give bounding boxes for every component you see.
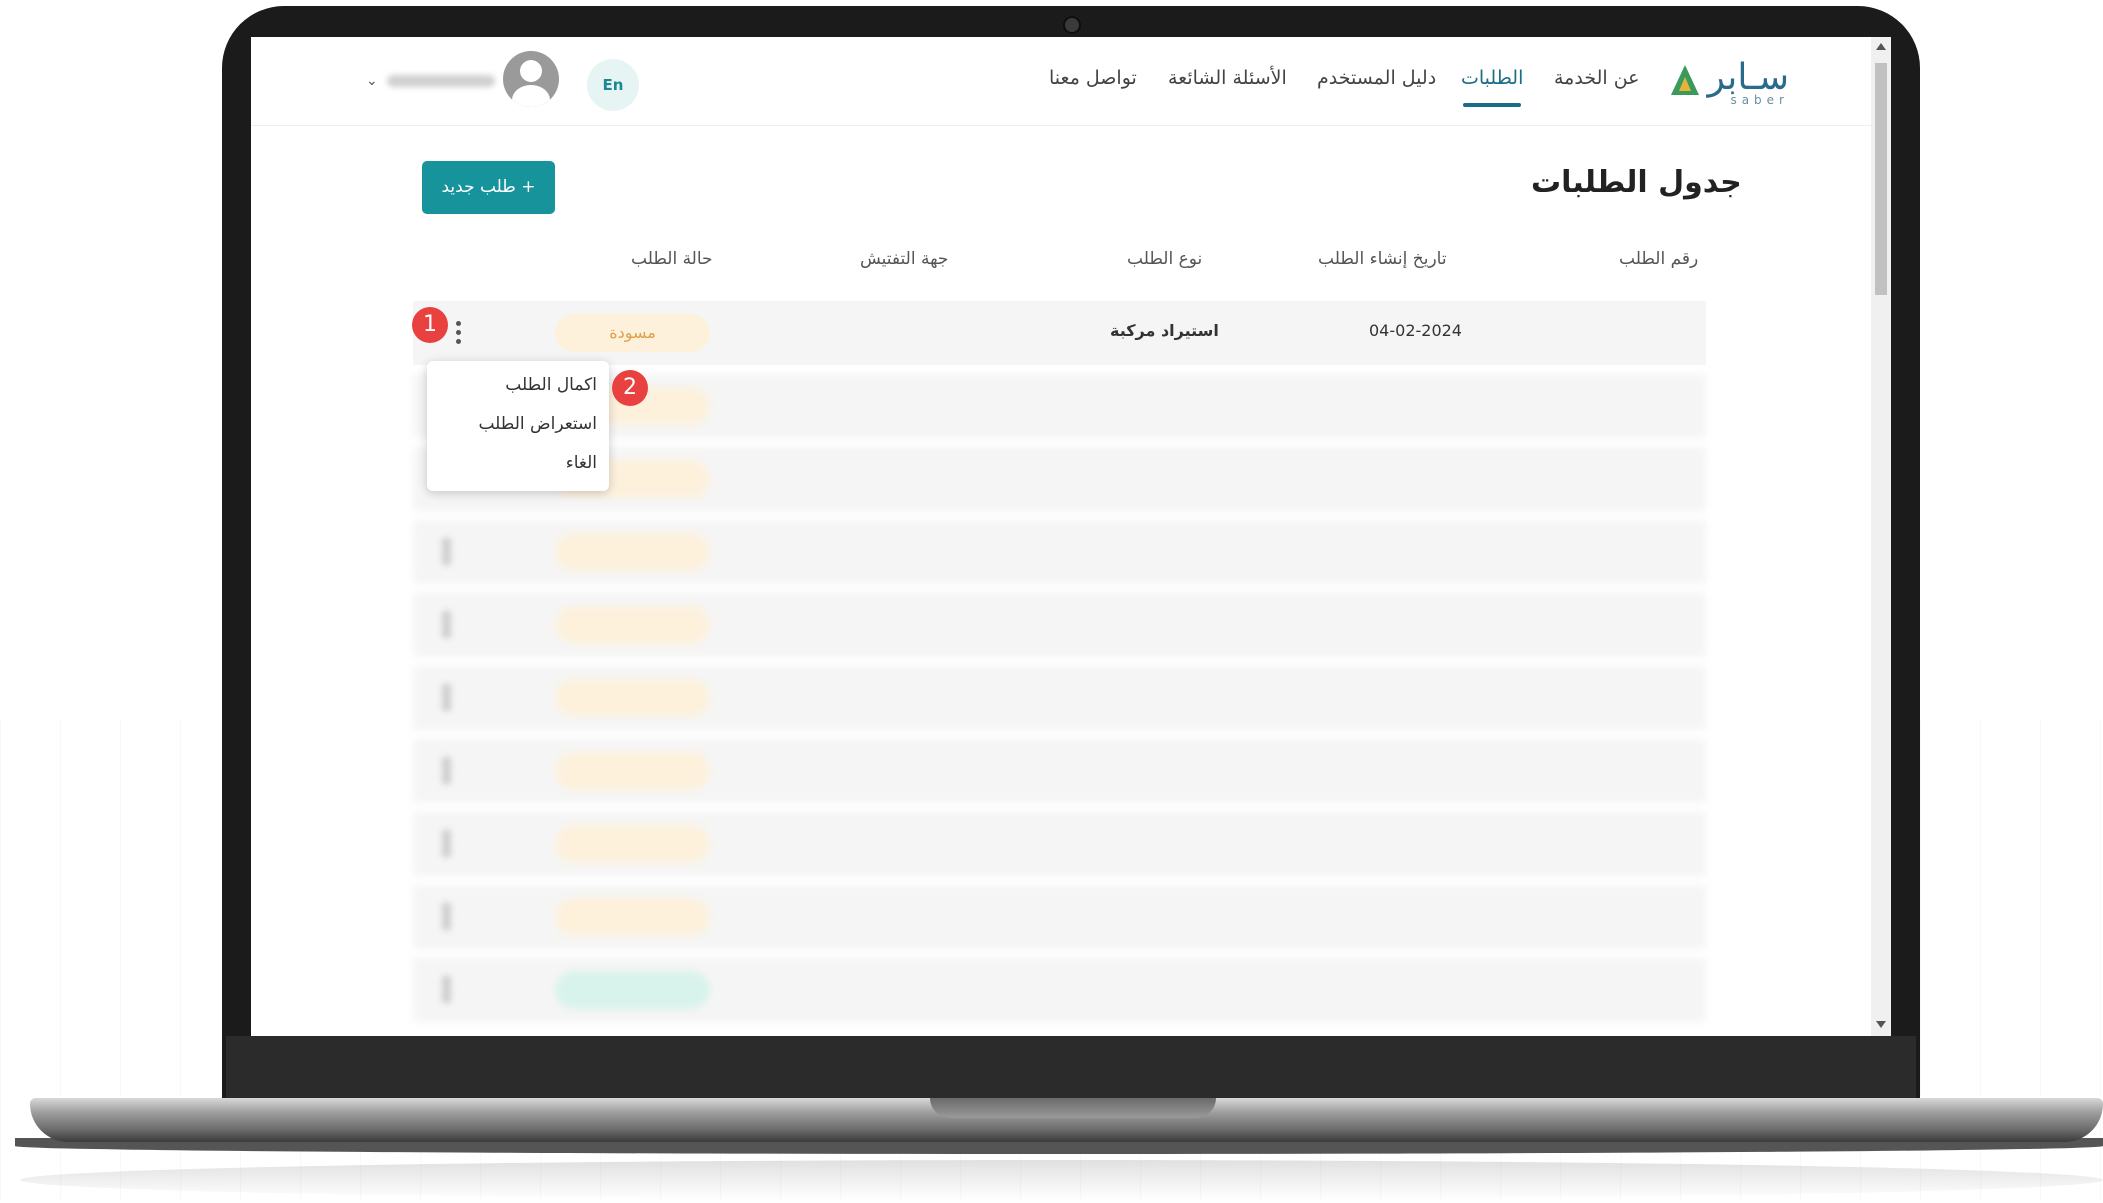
header-inspection-body: جهة التفتيش bbox=[860, 249, 949, 269]
app-screen: سـابر saber عن الخدمة الطلبات دليل المست… bbox=[251, 37, 1891, 1036]
row-type: استيراد مركبة bbox=[1110, 321, 1219, 340]
table-row[interactable] bbox=[413, 958, 1706, 1022]
logo-accent-icon bbox=[1679, 77, 1691, 91]
row-actions-icon[interactable] bbox=[453, 319, 463, 347]
logo-text: سـابر bbox=[1707, 57, 1789, 98]
avatar-head-icon bbox=[520, 60, 542, 82]
row-actions-icon[interactable] bbox=[441, 830, 451, 858]
table-row[interactable] bbox=[413, 520, 1706, 584]
menu-view-request[interactable]: استعراض الطلب bbox=[478, 414, 597, 434]
table-row[interactable] bbox=[413, 666, 1706, 730]
status-badge bbox=[555, 679, 710, 717]
row-date: 04-02-2024 bbox=[1369, 321, 1462, 340]
header-request-status: حالة الطلب bbox=[631, 249, 713, 269]
avatar[interactable] bbox=[503, 51, 559, 107]
nav-about-service[interactable]: عن الخدمة bbox=[1554, 67, 1640, 89]
status-badge bbox=[555, 898, 710, 936]
top-navbar: سـابر saber عن الخدمة الطلبات دليل المست… bbox=[251, 37, 1871, 126]
status-badge bbox=[555, 606, 710, 644]
row-actions-icon[interactable] bbox=[441, 611, 451, 639]
table-row[interactable]: 04-02-2024 استيراد مركبة مسودة bbox=[413, 301, 1706, 365]
nav-faq[interactable]: الأسئلة الشائعة bbox=[1168, 67, 1287, 89]
language-toggle-button[interactable]: En bbox=[587, 59, 639, 111]
laptop-chin bbox=[226, 1036, 1916, 1100]
status-badge bbox=[555, 752, 710, 790]
laptop-notch bbox=[930, 1098, 1216, 1118]
scroll-thumb[interactable] bbox=[1875, 63, 1887, 295]
nav-active-indicator bbox=[1463, 103, 1521, 107]
scroll-up-icon[interactable] bbox=[1876, 43, 1886, 50]
vertical-scrollbar[interactable] bbox=[1871, 37, 1891, 1036]
row-actions-icon[interactable] bbox=[441, 903, 451, 931]
camera-icon bbox=[1063, 16, 1081, 34]
username-redacted[interactable] bbox=[387, 75, 495, 87]
row-actions-icon[interactable] bbox=[441, 538, 451, 566]
row-actions-icon[interactable] bbox=[441, 757, 451, 785]
status-badge: مسودة bbox=[555, 314, 710, 352]
header-creation-date: تاريخ إنشاء الطلب bbox=[1318, 249, 1447, 269]
logo-subtext: saber bbox=[1730, 93, 1789, 107]
page-title: جدول الطلبات bbox=[1531, 165, 1742, 200]
status-badge bbox=[555, 533, 710, 571]
chevron-down-icon[interactable]: ⌄ bbox=[366, 73, 378, 89]
table-row[interactable] bbox=[413, 885, 1706, 949]
table-row[interactable] bbox=[413, 739, 1706, 803]
row-actions-icon[interactable] bbox=[441, 684, 451, 712]
step-marker-2: 2 bbox=[612, 370, 648, 406]
nav-contact-us[interactable]: تواصل معنا bbox=[1049, 67, 1137, 89]
laptop-reflection bbox=[20, 1160, 2103, 1200]
avatar-body-icon bbox=[512, 85, 550, 107]
nav-requests[interactable]: الطلبات bbox=[1461, 67, 1523, 89]
saber-logo[interactable]: سـابر saber bbox=[1671, 57, 1789, 109]
table-row[interactable] bbox=[413, 593, 1706, 657]
table-row[interactable] bbox=[413, 812, 1706, 876]
row-context-menu: اكمال الطلب استعراض الطلب الغاء bbox=[427, 361, 609, 491]
status-badge bbox=[555, 825, 710, 863]
scroll-down-icon[interactable] bbox=[1876, 1021, 1886, 1028]
menu-cancel[interactable]: الغاء bbox=[566, 453, 597, 473]
new-request-button[interactable]: + طلب جديد bbox=[422, 161, 555, 214]
step-marker-1: 1 bbox=[412, 307, 448, 343]
row-actions-icon[interactable] bbox=[441, 976, 451, 1004]
menu-complete-request[interactable]: اكمال الطلب bbox=[505, 375, 597, 395]
nav-user-guide[interactable]: دليل المستخدم bbox=[1317, 67, 1436, 89]
header-request-number: رقم الطلب bbox=[1619, 249, 1699, 269]
header-request-type: نوع الطلب bbox=[1127, 249, 1203, 269]
status-badge bbox=[555, 971, 710, 1009]
